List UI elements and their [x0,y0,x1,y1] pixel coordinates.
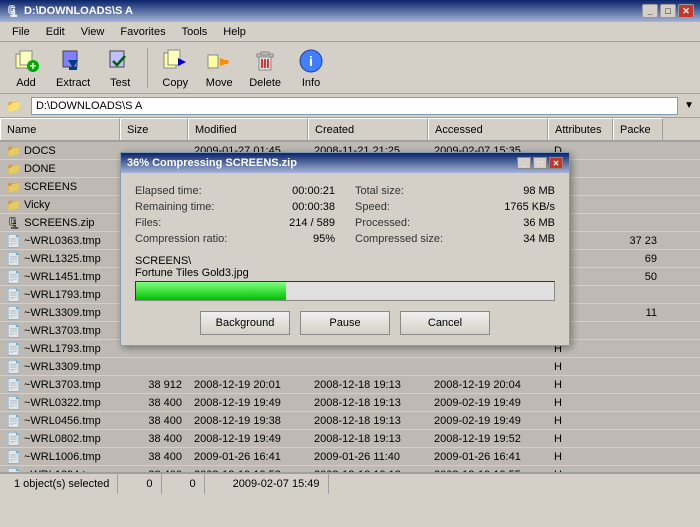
col-created[interactable]: Created [308,118,428,140]
close-button[interactable]: ✕ [678,4,694,18]
col-packed[interactable]: Packe [613,118,663,140]
status-datetime: 2009-02-07 15:49 [225,474,329,494]
address-field[interactable]: D:\DOWNLOADS\S A [31,97,678,115]
cancel-button[interactable]: Cancel [400,311,490,335]
address-bar: 📁 D:\DOWNLOADS\S A ▼ [0,94,700,118]
elapsed-label: Elapsed time: [135,185,202,197]
copy-icon [161,47,189,75]
speed-label: Speed: [355,201,390,213]
compress-dialog: 36% Compressing SCREENS.zip _ □ ✕ Elapse… [120,152,570,346]
progress-fill [136,282,286,300]
current-file: Fortune Tiles Gold3.jpg [135,267,249,279]
delete-icon [251,47,279,75]
total-value: 98 MB [523,185,555,197]
test-icon [106,47,134,75]
compression-value: 95% [313,233,335,245]
modal-maximize[interactable]: □ [533,157,547,169]
status-size-text: 0 [190,478,196,490]
status-bar: 1 object(s) selected 0 0 2009-02-07 15:4… [0,472,700,494]
delete-button[interactable]: Delete [243,44,287,92]
toolbar-separator-1 [147,48,148,88]
status-datetime-text: 2009-02-07 15:49 [233,478,320,490]
speed-value: 1765 KB/s [504,201,555,213]
info-button[interactable]: i Info [291,44,331,92]
menu-help[interactable]: Help [215,24,254,40]
address-dropdown-icon[interactable]: ▼ [684,100,694,111]
move-icon [205,47,233,75]
copy-button[interactable]: Copy [155,44,195,92]
address-path: D:\DOWNLOADS\S A [36,100,142,112]
modal-minimize[interactable]: _ [517,157,531,169]
processed-value: 36 MB [523,217,555,229]
window-title: D:\DOWNLOADS\S A [24,5,133,17]
extract-label: Extract [56,77,90,89]
col-modified[interactable]: Modified [188,118,308,140]
total-label: Total size: [355,185,404,197]
minimize-button[interactable]: _ [642,4,658,18]
svg-text:i: i [309,53,313,69]
extract-button[interactable]: Extract [50,44,96,92]
add-label: Add [16,77,36,89]
compression-label: Compression ratio: [135,233,227,245]
files-value: 214 / 589 [289,217,335,229]
col-accessed[interactable]: Accessed [428,118,548,140]
modal-overlay: 36% Compressing SCREENS.zip _ □ ✕ Elapse… [0,142,700,472]
extract-icon [59,47,87,75]
status-count: 0 [138,474,161,494]
move-button[interactable]: Move [199,44,239,92]
move-label: Move [206,77,233,89]
modal-close[interactable]: ✕ [549,157,563,169]
menu-favorites[interactable]: Favorites [112,24,173,40]
column-headers: Name Size Modified Created Accessed Attr… [0,118,700,142]
test-button[interactable]: Test [100,44,140,92]
svg-text:+: + [29,59,36,73]
files-label: Files: [135,217,161,229]
menu-view[interactable]: View [73,24,113,40]
toolbar: + Add Extract Test [0,42,700,94]
add-button[interactable]: + Add [6,44,46,92]
info-icon: i [297,47,325,75]
remaining-label: Remaining time: [135,201,214,213]
menu-tools[interactable]: Tools [174,24,216,40]
status-count-text: 0 [146,478,152,490]
pause-button[interactable]: Pause [300,311,390,335]
folder-icon: 📁 [6,99,21,113]
background-button[interactable]: Background [200,311,290,335]
delete-label: Delete [249,77,281,89]
progress-bar [135,281,555,301]
col-size[interactable]: Size [120,118,188,140]
remaining-value: 00:00:38 [292,201,335,213]
test-label: Test [110,77,130,89]
maximize-button[interactable]: □ [660,4,676,18]
compressed-value: 34 MB [523,233,555,245]
modal-title-text: 36% Compressing SCREENS.zip [127,157,297,169]
add-icon: + [12,47,40,75]
modal-buttons: Background Pause Cancel [135,311,555,335]
compressed-label: Compressed size: [355,233,443,245]
main-area: 📁 DOCS 2009-01-27 01:45 2008-11-21 21:25… [0,142,700,472]
status-selected: 1 object(s) selected [6,474,118,494]
status-size: 0 [182,474,205,494]
col-name[interactable]: Name [0,118,120,140]
current-dir: SCREENS\ [135,255,191,267]
info-label: Info [302,77,320,89]
elapsed-value: 00:00:21 [292,185,335,197]
copy-label: Copy [162,77,188,89]
modal-title-bar: 36% Compressing SCREENS.zip _ □ ✕ [121,153,569,173]
menu-edit[interactable]: Edit [38,24,73,40]
col-attributes[interactable]: Attributes [548,118,613,140]
menu-file[interactable]: File [4,24,38,40]
title-bar: 🗜 D:\DOWNLOADS\S A _ □ ✕ [0,0,700,22]
app-icon: 🗜 [6,5,20,18]
status-selected-text: 1 object(s) selected [14,478,109,490]
processed-label: Processed: [355,217,410,229]
menu-bar: File Edit View Favorites Tools Help [0,22,700,42]
